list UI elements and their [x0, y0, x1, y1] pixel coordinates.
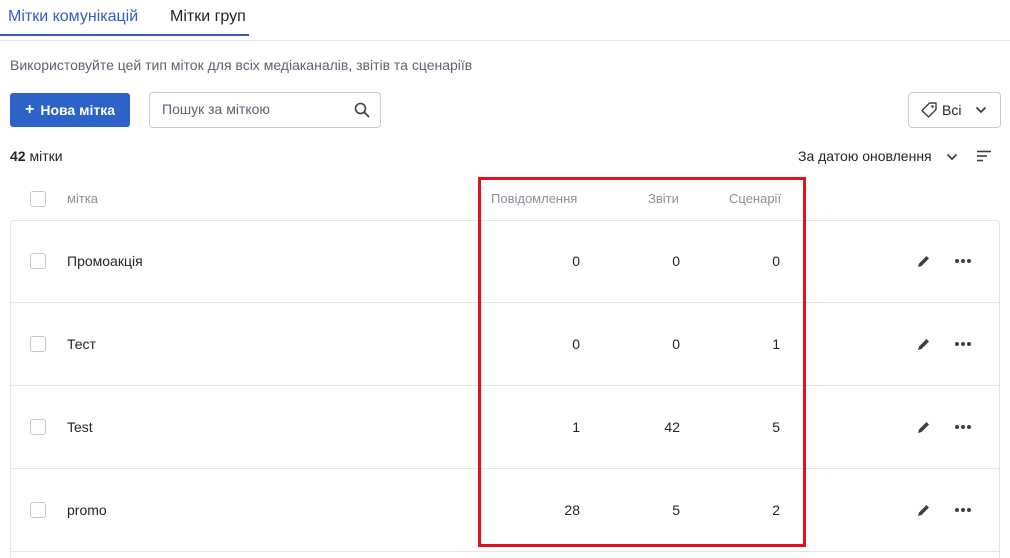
active-tab-indicator — [0, 34, 249, 36]
label-name: Промоакція — [67, 253, 143, 269]
scenarios-count: 0 — [772, 253, 780, 269]
reports-count: 0 — [672, 253, 680, 269]
label-count-number: 42 — [10, 148, 26, 164]
messages-count: 1 — [572, 419, 580, 435]
tag-filter-dropdown[interactable]: Всі — [908, 92, 1001, 128]
row-checkbox[interactable] — [30, 419, 46, 435]
column-header-messages: Повідомлення — [491, 191, 578, 206]
sort-order-icon[interactable] — [976, 148, 992, 164]
label-name: Тест — [67, 336, 96, 352]
messages-count: 28 — [564, 502, 580, 518]
table-row: Тест 0 0 1 — [10, 303, 1000, 386]
tab-communication-labels[interactable]: Мітки комунікацій — [8, 8, 138, 26]
more-options-icon[interactable] — [954, 341, 972, 347]
sort-dropdown[interactable]: За датою оновлення — [798, 148, 932, 164]
more-options-icon[interactable] — [954, 424, 972, 430]
sort-chevron-down-icon[interactable] — [946, 151, 958, 163]
more-options-icon[interactable] — [954, 507, 972, 513]
label-name: Test — [67, 419, 93, 435]
search-icon[interactable] — [354, 102, 370, 118]
edit-pencil-icon[interactable] — [917, 503, 931, 517]
search-box — [149, 92, 381, 128]
column-header-reports: Звіти — [648, 191, 679, 206]
messages-count: 0 — [572, 253, 580, 269]
column-header-label: мітка — [67, 191, 98, 206]
tab-group-labels[interactable]: Мітки груп — [170, 8, 246, 26]
new-label-button[interactable]: + Нова мітка — [10, 93, 130, 127]
tag-icon — [921, 102, 937, 118]
label-count-suffix: мітки — [29, 148, 63, 164]
search-input[interactable] — [162, 101, 342, 117]
row-divider — [10, 551, 1000, 552]
plus-icon: + — [25, 101, 35, 118]
scenarios-count: 5 — [772, 419, 780, 435]
table-row: Промоакція 0 0 0 — [10, 220, 1000, 303]
row-checkbox[interactable] — [30, 253, 46, 269]
select-all-checkbox[interactable] — [30, 191, 46, 207]
messages-count: 0 — [572, 336, 580, 352]
row-checkbox[interactable] — [30, 336, 46, 352]
table-row: Test 1 42 5 — [10, 386, 1000, 469]
filter-label: Всі — [942, 102, 962, 118]
chevron-down-icon — [976, 107, 987, 113]
label-count: 42 мітки — [10, 148, 63, 164]
edit-pencil-icon[interactable] — [917, 337, 931, 351]
edit-pencil-icon[interactable] — [917, 254, 931, 268]
reports-count: 0 — [672, 336, 680, 352]
label-name: promo — [67, 502, 107, 518]
column-header-scenarios: Сценарії — [729, 191, 782, 206]
scenarios-count: 2 — [772, 502, 780, 518]
scenarios-count: 1 — [772, 336, 780, 352]
reports-count: 42 — [664, 419, 680, 435]
new-label-button-text: Нова мітка — [40, 102, 115, 118]
tab-bar: Мітки комунікацій Мітки груп — [0, 0, 1010, 41]
table-row: promo 28 5 2 — [10, 469, 1000, 552]
row-checkbox[interactable] — [30, 502, 46, 518]
page-description: Використовуйте цей тип міток для всіх ме… — [10, 57, 473, 73]
reports-count: 5 — [672, 502, 680, 518]
edit-pencil-icon[interactable] — [917, 420, 931, 434]
more-options-icon[interactable] — [954, 258, 972, 264]
